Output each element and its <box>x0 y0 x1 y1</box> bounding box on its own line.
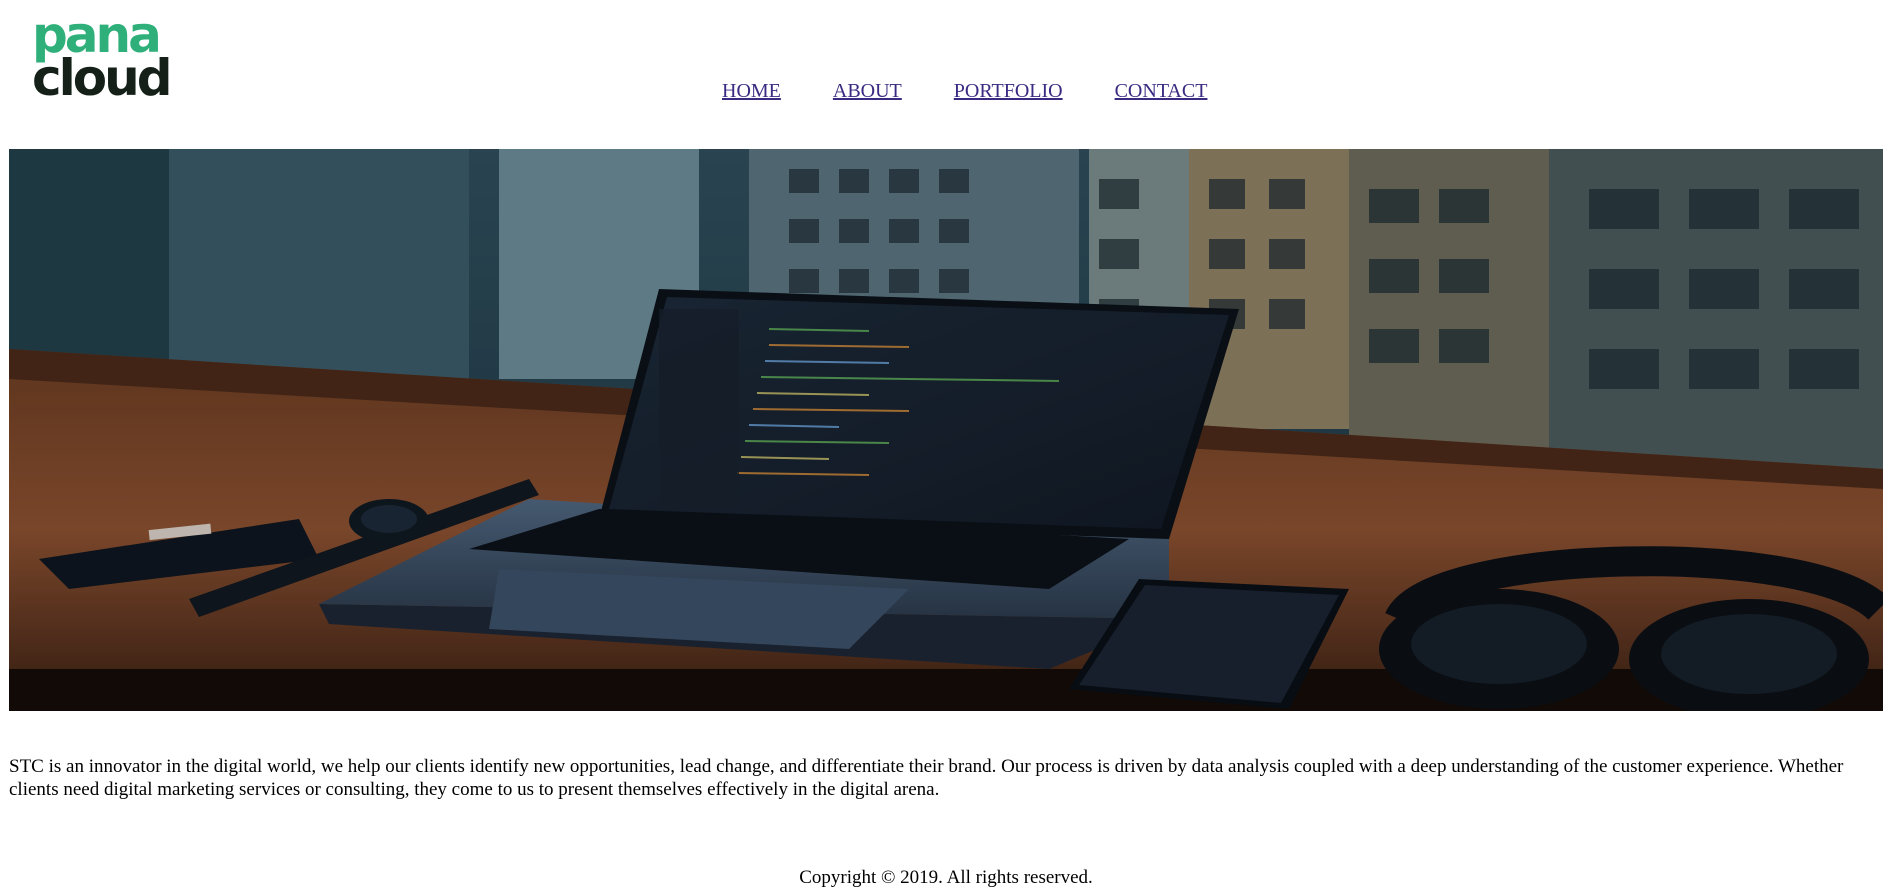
nav-link-about[interactable]: ABOUT <box>833 78 902 104</box>
nav-link-home[interactable]: HOME <box>722 78 781 104</box>
nav-link-portfolio[interactable]: PORTFOLIO <box>954 78 1063 104</box>
nav-link-contact[interactable]: CONTACT <box>1115 78 1208 104</box>
logo-image: pana cloud <box>32 12 173 98</box>
footer-copyright: Copyright © 2019. All rights reserved. <box>799 867 1093 888</box>
nav-links: HOME ABOUT PORTFOLIO CONTACT <box>722 78 1259 104</box>
panacloud-logo[interactable]: pana cloud <box>32 12 204 98</box>
hero-photo <box>9 149 1883 711</box>
site-header: pana cloud HOME ABOUT PORTFOLIO CONTACT <box>0 0 1892 149</box>
logo-text-cloud: cloud <box>32 49 170 98</box>
intro-paragraph: STC is an innovator in the digital world… <box>9 756 1844 800</box>
hero-image <box>9 149 1883 711</box>
